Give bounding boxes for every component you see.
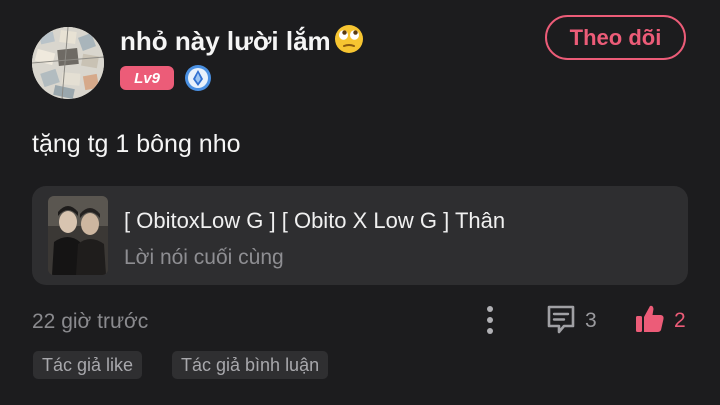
like-button[interactable]: 2 [634, 303, 686, 339]
username-text: nhỏ này lười lắm [120, 26, 331, 56]
quoted-story-card[interactable]: [ ObitoxLow G ] [ Obito X Low G ] Thân L… [32, 186, 688, 285]
comment-button[interactable]: 3 [545, 303, 597, 339]
more-options-icon[interactable] [476, 303, 504, 337]
like-count: 2 [674, 309, 686, 332]
post-timestamp: 22 giờ trước [32, 310, 149, 333]
quoted-chapter-title: Lời nói cuối cùng [124, 246, 284, 269]
post-content: tặng tg 1 bông nho [32, 130, 241, 158]
medal-icon[interactable] [184, 64, 212, 92]
level-badge: Lv9 [120, 66, 174, 90]
username[interactable]: nhỏ này lười lắm [120, 24, 365, 61]
level-text: Lv9 [134, 69, 160, 87]
author-liked-tag: Tác giả like [33, 351, 143, 379]
follow-button-label: Theo dõi [569, 24, 662, 50]
thumbs-up-icon [634, 303, 666, 340]
quoted-story-title: [ ObitoxLow G ] [ Obito X Low G ] Thân [124, 208, 506, 233]
author-commented-tag: Tác giả bình luận [172, 351, 329, 379]
follow-button[interactable]: Theo dõi [545, 15, 686, 60]
comment-icon [545, 303, 577, 340]
rolling-eyes-emoji-icon [333, 24, 365, 61]
story-thumbnail [48, 196, 108, 275]
avatar[interactable] [32, 27, 104, 99]
comment-count: 3 [585, 309, 597, 332]
